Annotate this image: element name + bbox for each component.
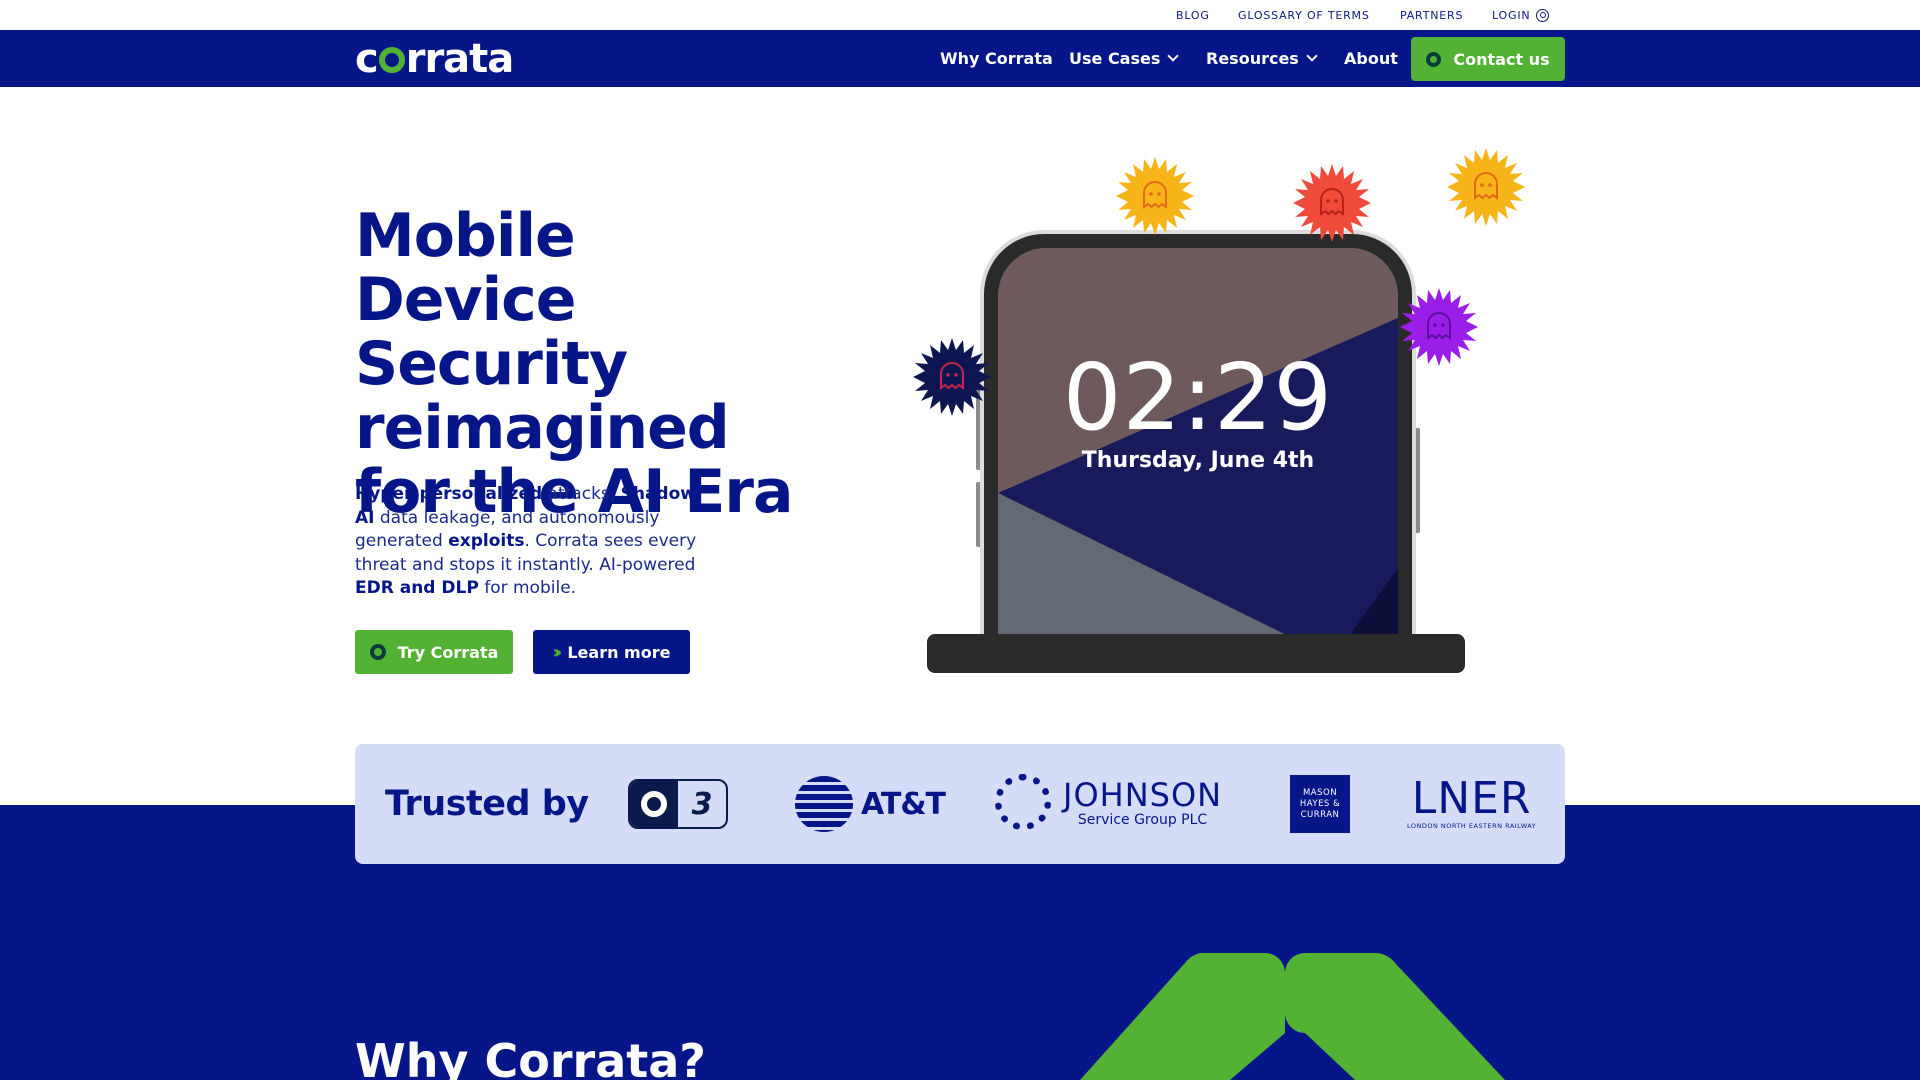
login-link[interactable]: LOGIN (1492, 9, 1550, 22)
threat-virus-icon (1400, 288, 1478, 366)
hero-title-line: Mobile Device (355, 201, 576, 335)
phone-illustration: 02:29 Thursday, June 4th (980, 230, 1416, 658)
chevron-down-icon (1306, 50, 1318, 62)
trusted-by-label: Trusted by (385, 784, 589, 824)
hero-title: Mobile Device Security reimagined for th… (355, 204, 815, 524)
lner-sub-text: LONDON NORTH EASTERN RAILWAY (1407, 822, 1537, 830)
threat-virus-icon (1293, 164, 1371, 242)
att-logo: AT&T (795, 776, 946, 832)
att-globe-icon (795, 776, 853, 832)
lner-logo: LNER LONDON NORTH EASTERN RAILWAY (1407, 773, 1537, 831)
hero-title-line: reimagined (355, 393, 730, 463)
johnson-logo: JOHNSON Service Group PLC (995, 774, 1222, 830)
trusted-by-panel: Trusted by 3 AT&T JOHNSON Service Group … (355, 744, 1565, 864)
contact-label: Contact us (1453, 49, 1550, 69)
nav-why-corrata[interactable]: Why Corrata (940, 49, 1053, 68)
contact-button[interactable]: Contact us (1411, 37, 1565, 81)
main-nav: c rrata Why Corrata Use Cases Resources A… (0, 30, 1920, 87)
double-chevron-icon: ›› (552, 641, 563, 663)
hero-description: Hyper-personalized attacks, Shadow AI da… (355, 484, 697, 598)
vodafone-three-logo: 3 (628, 779, 728, 829)
utility-bar: BLOG GLOSSARY OF TERMS PARTNERS LOGIN (0, 0, 1920, 30)
johnson-main-text: JOHNSON (1063, 776, 1223, 814)
threat-virus-icon (1447, 148, 1525, 226)
green-chevron-decoration (1080, 953, 1505, 1080)
user-icon (1536, 9, 1550, 22)
try-corrata-button[interactable]: Try Corrata (355, 630, 513, 674)
nav-use-cases-label: Use Cases (1069, 49, 1161, 68)
corrata-logo[interactable]: c rrata (355, 36, 514, 82)
lner-main-text: LNER (1411, 773, 1532, 824)
nav-use-cases[interactable]: Use Cases (1069, 49, 1180, 68)
partners-link[interactable]: PARTNERS (1400, 9, 1463, 22)
phone-stand (927, 634, 1465, 673)
phone-screen: 02:29 Thursday, June 4th (998, 248, 1398, 658)
nav-resources-label: Resources (1206, 49, 1299, 68)
lockscreen-time: 02:29 (1062, 344, 1334, 451)
johnson-sub-text: Service Group PLC (1077, 812, 1208, 828)
hero-title-line: Security (355, 329, 628, 399)
nav-about[interactable]: About (1344, 49, 1398, 68)
lockscreen-date: Thursday, June 4th (1081, 448, 1315, 473)
threat-virus-icon (913, 338, 991, 416)
corrata-ring-icon (369, 644, 386, 660)
johnson-dots-icon (995, 774, 1051, 830)
nav-resources[interactable]: Resources (1206, 49, 1318, 68)
threat-virus-icon (1116, 157, 1194, 235)
login-label: LOGIN (1492, 9, 1531, 22)
corrata-ring-icon (1426, 51, 1442, 67)
try-label: Try Corrata (397, 642, 499, 662)
mason-hayes-curran-logo: MASON HAYES & CURRAN (1290, 775, 1350, 833)
chevron-down-icon (1167, 50, 1180, 62)
why-corrata-heading: Why Corrata? (355, 1034, 706, 1080)
glossary-link[interactable]: GLOSSARY OF TERMS (1238, 9, 1370, 22)
att-logo-text: AT&T (861, 786, 946, 822)
learn-more-button[interactable]: ›› Learn more (533, 630, 690, 674)
learn-label: Learn more (567, 642, 671, 662)
blog-link[interactable]: BLOG (1176, 9, 1210, 22)
